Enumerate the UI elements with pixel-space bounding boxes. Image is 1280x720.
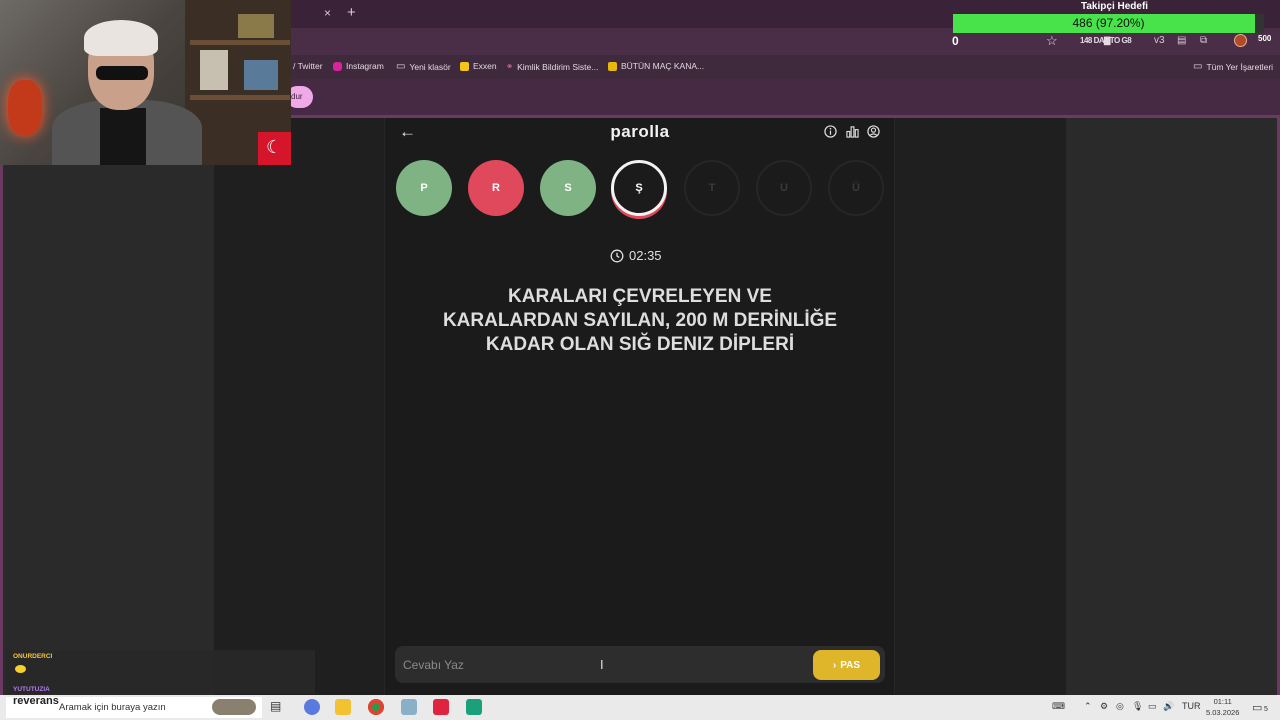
letter-p: P bbox=[396, 160, 452, 216]
profile-avatar[interactable] bbox=[1234, 34, 1247, 47]
right-sidebar bbox=[1066, 118, 1280, 695]
bookmark-exxen[interactable]: Exxen bbox=[460, 61, 497, 71]
system-clock[interactable]: 01:11 5.03.2026 bbox=[1206, 696, 1239, 718]
goal-progress-bar: 486 (97.20%) bbox=[953, 14, 1264, 33]
extension-v3-icon[interactable]: v3 bbox=[1154, 35, 1165, 46]
microphone-icon[interactable]: 🎙 bbox=[1132, 701, 1143, 712]
letter-u-umlaut: Ü bbox=[828, 160, 884, 216]
volume-icon[interactable]: 🔊 bbox=[1163, 701, 1174, 712]
keyboard-icon[interactable]: ⌨ bbox=[1052, 701, 1065, 712]
task-view-icon[interactable]: ▤ bbox=[270, 699, 286, 715]
stats-icon[interactable] bbox=[846, 125, 859, 138]
bookmark-kimlik[interactable]: ⚭ Kimlik Bildirim Siste... bbox=[506, 61, 598, 72]
link-icon: ⚭ bbox=[506, 61, 514, 71]
puzzle-icon[interactable]: ⧉ bbox=[1200, 35, 1207, 46]
chat-overlay-text: reverans bbox=[13, 695, 59, 707]
letter-r: R bbox=[468, 160, 524, 216]
letter-t: T bbox=[684, 160, 740, 216]
tray-icon[interactable]: ◎ bbox=[1116, 701, 1124, 712]
clock-time: 01:11 bbox=[1213, 697, 1232, 706]
right-gutter bbox=[895, 118, 1066, 695]
tray-icon[interactable]: ⚙ bbox=[1100, 701, 1108, 712]
chevron-right-icon: › bbox=[832, 659, 837, 671]
jp-icon bbox=[608, 61, 617, 71]
taskbar-search-placeholder: Aramak için buraya yazın bbox=[59, 702, 166, 713]
network-icon[interactable]: ▭ bbox=[1148, 701, 1157, 712]
bookmark-butun-mac[interactable]: BÜTÜN MAÇ KANA... bbox=[608, 61, 704, 71]
goal-target-value: 500 bbox=[1258, 34, 1272, 43]
chat-username: YUTUTUZIA bbox=[13, 686, 50, 693]
instagram-icon bbox=[333, 61, 342, 71]
goal-start-value: 0 bbox=[952, 34, 959, 48]
chat-username: ONURDERCI bbox=[13, 653, 53, 660]
pass-label: PAS bbox=[840, 659, 861, 671]
webcam-overlay: ☾ bbox=[0, 0, 291, 165]
user-icon[interactable] bbox=[867, 125, 880, 138]
timer-value: 02:35 bbox=[629, 248, 662, 263]
chevron-up-icon[interactable]: ⌃ bbox=[1084, 701, 1092, 712]
timer: 02:35 bbox=[610, 248, 662, 263]
app-icon[interactable] bbox=[401, 699, 417, 715]
info-icon[interactable] bbox=[824, 125, 837, 138]
tab-close-button[interactable]: × bbox=[324, 6, 331, 20]
new-tab-button[interactable]: + bbox=[347, 4, 356, 21]
elephant-widget-icon[interactable] bbox=[212, 699, 256, 715]
exxen-icon bbox=[460, 61, 469, 71]
pass-button[interactable]: › PAS bbox=[813, 650, 880, 680]
bookmark-twitter[interactable]: / Twitter bbox=[293, 61, 323, 71]
back-arrow-icon[interactable]: ← bbox=[399, 122, 416, 142]
letter-u: U bbox=[756, 160, 812, 216]
clock-icon bbox=[610, 249, 624, 262]
letter-s-cedilla: Ş bbox=[611, 160, 667, 216]
folder-icon: ▭ bbox=[1193, 61, 1203, 72]
copilot-icon[interactable] bbox=[304, 699, 320, 715]
file-explorer-icon[interactable] bbox=[335, 699, 351, 715]
folder-icon: ▭ bbox=[396, 61, 406, 72]
text-cursor-icon: I bbox=[600, 657, 604, 672]
app-icon[interactable] bbox=[466, 699, 482, 715]
notification-count: 5 bbox=[1264, 706, 1268, 713]
letter-s: S bbox=[540, 160, 596, 216]
left-sidebar bbox=[0, 118, 214, 695]
clue-text: KARALARI ÇEVRELEYEN VE KARALARDAN SAYILA… bbox=[442, 286, 838, 355]
goal-progress-text: 486 (97.20%) bbox=[1072, 16, 1145, 30]
left-gutter bbox=[214, 118, 384, 695]
extension-icon[interactable]: ▤ bbox=[1177, 35, 1186, 46]
extension-badge[interactable]: 148 DA▇TO G8 bbox=[1080, 36, 1132, 45]
emoji-icon bbox=[15, 665, 26, 673]
app-logo: parolla bbox=[610, 122, 670, 141]
bookmark-yeni-klasor[interactable]: ▭ Yeni klasör bbox=[396, 61, 451, 72]
notification-icon[interactable]: ▭ bbox=[1252, 701, 1262, 714]
turkish-flag-icon: ☾ bbox=[258, 132, 291, 165]
obs-record-icon[interactable] bbox=[433, 699, 449, 715]
clock-date: 5.03.2026 bbox=[1206, 708, 1240, 717]
goal-title: Takipçi Hedefi bbox=[1081, 1, 1149, 12]
language-indicator[interactable]: TUR bbox=[1182, 701, 1201, 711]
chrome-icon[interactable] bbox=[368, 699, 384, 715]
bookmark-star-icon[interactable]: ☆ bbox=[1046, 33, 1058, 49]
all-bookmarks[interactable]: ▭ Tüm Yer İşaretleri bbox=[1193, 61, 1273, 72]
bookmark-instagram[interactable]: Instagram bbox=[333, 61, 384, 71]
